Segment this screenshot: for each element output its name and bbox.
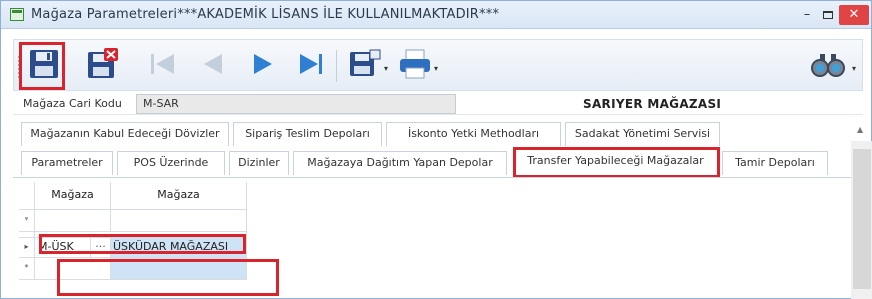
grid-corner [19,182,35,210]
new-row-indicator: * [19,258,35,280]
tab-discount-methods[interactable]: İskonto Yetki Methodları [386,122,561,146]
window-title: Mağaza Parametreleri***AKADEMİK LİSANS İ… [31,7,500,22]
tab-strip: Mağazanın Kabul Edeceği Dövizler Sipariş… [13,121,863,176]
print-button[interactable] [394,40,434,90]
scroll-up-icon[interactable]: ▲ [857,125,863,134]
export-button[interactable] [344,40,384,90]
app-window: Mağaza Parametreleri***AKADEMİK LİSANS İ… [0,0,872,299]
last-record-button[interactable] [292,40,332,90]
tab-loyalty-service[interactable]: Sadakat Yönetimi Servisi [565,122,720,146]
print-icon [400,49,430,79]
maximize-icon [823,10,833,19]
filter-cell-store-name[interactable] [111,210,247,232]
previous-record-button[interactable] [194,40,234,90]
tab-directories[interactable]: Dizinler [229,151,289,175]
previous-record-icon [204,54,222,74]
maximize-button[interactable] [818,5,838,25]
tab-parameters[interactable]: Parametreler [21,151,113,175]
tab-order-delivery-depots[interactable]: Sipariş Teslim Depoları [233,122,382,146]
app-icon [10,8,24,21]
store-name: SARIYER MAĞAZASI [583,97,722,111]
column-header-store-name[interactable]: Mağaza [111,182,247,210]
next-record-icon [254,54,272,74]
first-record-button[interactable] [144,40,184,90]
store-code-row: Mağaza Cari Kodu M-SAR SARIYER MAĞAZASI [13,93,863,115]
save-button-highlight [19,42,65,90]
find-button[interactable] [806,40,846,90]
scrollbar-thumb[interactable] [853,149,871,289]
export-dropdown-icon[interactable]: ▾ [384,64,388,73]
selected-row-highlight [39,234,246,254]
close-button[interactable]: ✕ [839,5,869,25]
tab-repair-depots[interactable]: Tamir Depoları [722,151,828,175]
new-row-highlight [57,259,279,296]
first-record-icon [151,54,174,74]
minimize-button[interactable]: – [797,5,817,25]
column-header-store-code[interactable]: Mağaza [35,182,111,210]
toolbar-separator [336,50,337,82]
store-code-label: Mağaza Cari Kodu [23,97,122,110]
filter-row-indicator: ᵠ [19,210,35,232]
next-record-button[interactable] [244,40,284,90]
toolbar: ▾ ▾ ▾ [13,39,863,91]
tab-accepted-currencies[interactable]: Mağazanın Kabul Edeceği Dövizler [21,122,229,146]
vertical-scrollbar[interactable] [851,141,872,299]
active-tab-highlight [513,147,720,178]
find-dropdown-icon[interactable]: ▾ [852,64,856,73]
delete-button[interactable] [82,40,122,90]
tab-distribution-depots[interactable]: Mağazaya Dağıtım Yapan Depolar [293,151,507,175]
delete-icon [88,48,118,78]
last-record-icon [300,54,322,74]
current-row-indicator: ▸ [19,238,35,258]
title-bar: Mağaza Parametreleri***AKADEMİK LİSANS İ… [1,1,871,29]
filter-cell-store-code[interactable] [35,210,111,232]
print-dropdown-icon[interactable]: ▾ [434,64,438,73]
binoculars-icon [811,54,845,77]
store-code-field[interactable]: M-SAR [136,94,456,114]
export-icon [350,49,381,76]
tab-pos[interactable]: POS Üzerinde [117,151,225,175]
